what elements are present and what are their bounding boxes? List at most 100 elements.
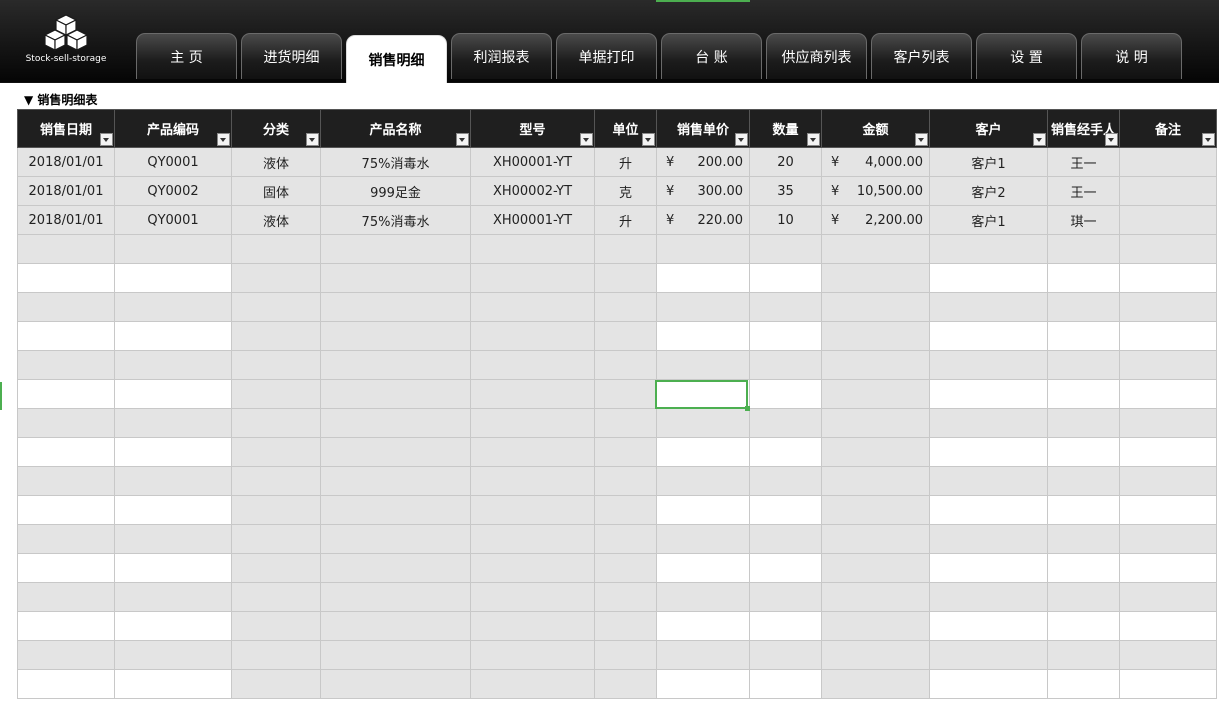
tab-purchase-details[interactable]: 进货明细 <box>241 33 342 79</box>
cell-handler[interactable]: 王一 <box>1047 176 1120 206</box>
cell-category[interactable] <box>231 611 321 641</box>
cell-price[interactable] <box>656 350 750 380</box>
cell-model[interactable] <box>470 524 595 554</box>
cell-unit[interactable] <box>594 350 657 380</box>
cell-amount[interactable] <box>821 524 930 554</box>
cell-price[interactable] <box>656 321 750 351</box>
cell-model[interactable] <box>470 582 595 612</box>
cell-name[interactable] <box>320 292 471 322</box>
cell-category[interactable] <box>231 669 321 699</box>
cell-handler[interactable] <box>1047 292 1120 322</box>
cell-name[interactable] <box>320 524 471 554</box>
cell-amount[interactable]: ¥2,200.00 <box>821 205 930 235</box>
cell-code[interactable] <box>114 350 232 380</box>
cell-note[interactable] <box>1119 582 1217 612</box>
cell-note[interactable] <box>1119 408 1217 438</box>
cell-qty[interactable] <box>749 495 822 525</box>
cell-model[interactable] <box>470 553 595 583</box>
cell-code[interactable] <box>114 292 232 322</box>
tab-settings[interactable]: 设 置 <box>976 33 1077 79</box>
cell-customer[interactable] <box>929 553 1048 583</box>
cell-model[interactable] <box>470 495 595 525</box>
cell-date[interactable] <box>17 466 115 496</box>
cell-code[interactable] <box>114 437 232 467</box>
cell-date[interactable] <box>17 350 115 380</box>
filter-dropdown-icon[interactable] <box>456 133 469 146</box>
cell-customer[interactable] <box>929 350 1048 380</box>
cell-date[interactable] <box>17 553 115 583</box>
cell-code[interactable] <box>114 234 232 264</box>
cell-amount[interactable] <box>821 611 930 641</box>
cell-qty[interactable] <box>749 553 822 583</box>
cell-customer[interactable] <box>929 292 1048 322</box>
cell-unit[interactable] <box>594 611 657 641</box>
cell-note[interactable] <box>1119 176 1217 206</box>
cell-name[interactable] <box>320 408 471 438</box>
cell-note[interactable] <box>1119 263 1217 293</box>
cell-handler[interactable] <box>1047 640 1120 670</box>
cell-qty[interactable] <box>749 582 822 612</box>
cell-name[interactable] <box>320 466 471 496</box>
cell-unit[interactable] <box>594 379 657 409</box>
filter-dropdown-icon[interactable] <box>915 133 928 146</box>
cell-qty[interactable] <box>749 379 822 409</box>
cell-qty[interactable] <box>749 263 822 293</box>
cell-date[interactable]: 2018/01/01 <box>17 176 115 206</box>
cell-handler[interactable] <box>1047 582 1120 612</box>
cell-price[interactable] <box>656 263 750 293</box>
cell-note[interactable] <box>1119 437 1217 467</box>
cell-customer[interactable] <box>929 495 1048 525</box>
cell-model[interactable] <box>470 321 595 351</box>
cell-date[interactable] <box>17 234 115 264</box>
selected-cell[interactable] <box>655 380 750 411</box>
cell-name[interactable] <box>320 553 471 583</box>
cell-date[interactable] <box>17 379 115 409</box>
cell-customer[interactable] <box>929 669 1048 699</box>
cell-note[interactable] <box>1119 495 1217 525</box>
cell-qty[interactable]: 10 <box>749 205 822 235</box>
tab-profit-report[interactable]: 利润报表 <box>451 33 552 79</box>
cell-model[interactable] <box>470 263 595 293</box>
cell-handler[interactable] <box>1047 408 1120 438</box>
cell-amount[interactable] <box>821 640 930 670</box>
cell-unit[interactable] <box>594 321 657 351</box>
cell-unit[interactable]: 升 <box>594 205 657 235</box>
cell-handler[interactable] <box>1047 379 1120 409</box>
cell-category[interactable]: 液体 <box>231 205 321 235</box>
cell-code[interactable] <box>114 524 232 554</box>
cell-model[interactable]: XH00002-YT <box>470 176 595 206</box>
cell-qty[interactable] <box>749 611 822 641</box>
cell-code[interactable]: QY0002 <box>114 176 232 206</box>
cell-customer[interactable] <box>929 321 1048 351</box>
cell-model[interactable] <box>470 611 595 641</box>
cell-price[interactable] <box>656 292 750 322</box>
cell-customer[interactable] <box>929 263 1048 293</box>
cell-price[interactable]: ¥300.00 <box>656 176 750 206</box>
cell-note[interactable] <box>1119 524 1217 554</box>
cell-note[interactable] <box>1119 669 1217 699</box>
cell-price[interactable] <box>656 437 750 467</box>
cell-handler[interactable] <box>1047 321 1120 351</box>
cell-amount[interactable] <box>821 292 930 322</box>
cell-amount[interactable]: ¥10,500.00 <box>821 176 930 206</box>
cell-note[interactable] <box>1119 553 1217 583</box>
cell-note[interactable] <box>1119 234 1217 264</box>
cell-code[interactable] <box>114 553 232 583</box>
cell-model[interactable] <box>470 466 595 496</box>
cell-unit[interactable] <box>594 582 657 612</box>
cell-price[interactable]: ¥200.00 <box>656 147 750 177</box>
filter-dropdown-icon[interactable] <box>1033 133 1046 146</box>
tab-sales-details[interactable]: 销售明细 <box>346 35 447 83</box>
cell-note[interactable] <box>1119 292 1217 322</box>
cell-handler[interactable] <box>1047 234 1120 264</box>
cell-category[interactable] <box>231 466 321 496</box>
cell-qty[interactable]: 20 <box>749 147 822 177</box>
cell-model[interactable] <box>470 379 595 409</box>
app-logo[interactable]: Stock-sell-storage <box>14 12 118 76</box>
filter-dropdown-icon[interactable] <box>1105 133 1118 146</box>
cell-qty[interactable] <box>749 437 822 467</box>
cell-price[interactable] <box>656 234 750 264</box>
cell-date[interactable] <box>17 437 115 467</box>
cell-handler[interactable] <box>1047 437 1120 467</box>
filter-dropdown-icon[interactable] <box>217 133 230 146</box>
